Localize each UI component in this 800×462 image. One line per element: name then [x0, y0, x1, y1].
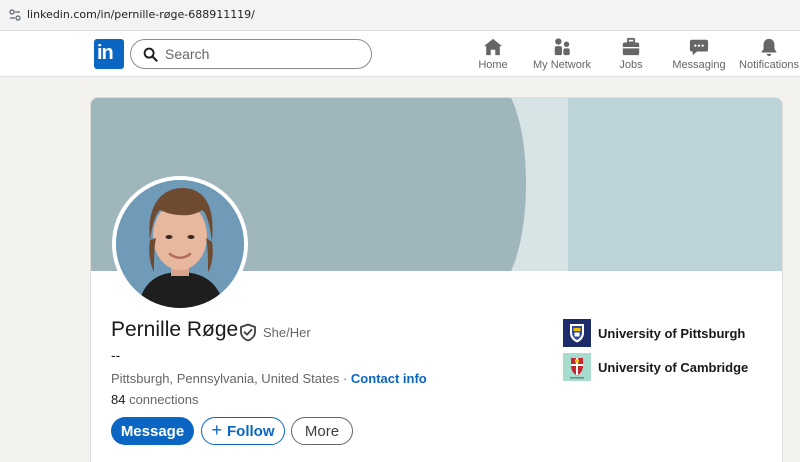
connections-number: 84 — [111, 392, 126, 407]
nav-my-network-label: My Network — [532, 59, 592, 71]
school-name: University of Pittsburgh — [598, 326, 746, 341]
profile-photo[interactable] — [112, 176, 248, 312]
briefcase-icon — [622, 37, 640, 56]
nav-jobs[interactable]: Jobs — [616, 37, 646, 77]
nav-notifications-label: Notifications — [739, 59, 799, 71]
plus-icon: + — [211, 419, 222, 440]
education-item-pittsburgh[interactable]: University of Pittsburgh — [563, 319, 773, 349]
connections-label: connections — [125, 392, 199, 407]
url-text[interactable]: linkedin.com/in/pernille-røge-688911119/ — [27, 8, 255, 21]
location-text: Pittsburgh, Pennsylvania, United States — [111, 371, 340, 386]
logo-text: in — [97, 42, 114, 64]
verified-shield-icon[interactable] — [239, 323, 257, 342]
pitt-crest-icon — [563, 319, 591, 347]
message-button[interactable]: Message — [111, 417, 194, 445]
location-row: Pittsburgh, Pennsylvania, United States … — [111, 371, 427, 386]
site-settings-icon[interactable] — [9, 9, 21, 21]
browser-url-bar[interactable]: linkedin.com/in/pernille-røge-688911119/ — [0, 0, 800, 31]
nav-messaging[interactable]: Messaging — [672, 37, 726, 77]
top-nav: in Home My Network Jobs — [0, 31, 800, 77]
nav-home[interactable]: Home — [475, 37, 511, 77]
bell-icon — [761, 38, 777, 57]
more-button[interactable]: More — [291, 417, 353, 445]
messaging-icon — [689, 39, 709, 56]
nav-home-label: Home — [478, 59, 508, 71]
home-icon — [483, 38, 503, 56]
nav-my-network[interactable]: My Network — [530, 37, 594, 77]
search-icon — [143, 47, 158, 62]
profile-name: Pernille Røge — [111, 318, 239, 341]
contact-info-link[interactable]: Contact info — [351, 371, 427, 386]
location-separator: · — [339, 371, 351, 386]
follow-label: Follow — [227, 422, 275, 440]
search-input[interactable] — [165, 45, 360, 63]
profile-card: Pernille Røge She/Her -- Pittsburgh, Pen… — [90, 97, 783, 462]
nav-notifications[interactable]: Notifications — [738, 37, 800, 77]
linkedin-logo[interactable]: in — [94, 39, 124, 69]
profile-headline: -- — [111, 347, 121, 363]
cambridge-crest-icon — [563, 353, 591, 381]
education-item-cambridge[interactable]: University of Cambridge — [563, 353, 773, 383]
network-icon — [554, 38, 570, 56]
school-name: University of Cambridge — [598, 360, 749, 375]
search-box[interactable] — [130, 39, 372, 69]
nav-jobs-label: Jobs — [619, 59, 643, 71]
nav-messaging-label: Messaging — [672, 59, 726, 71]
follow-button[interactable]: + Follow — [201, 417, 285, 445]
pronouns: She/Her — [263, 325, 311, 340]
connections-count[interactable]: 84 connections — [111, 392, 198, 407]
